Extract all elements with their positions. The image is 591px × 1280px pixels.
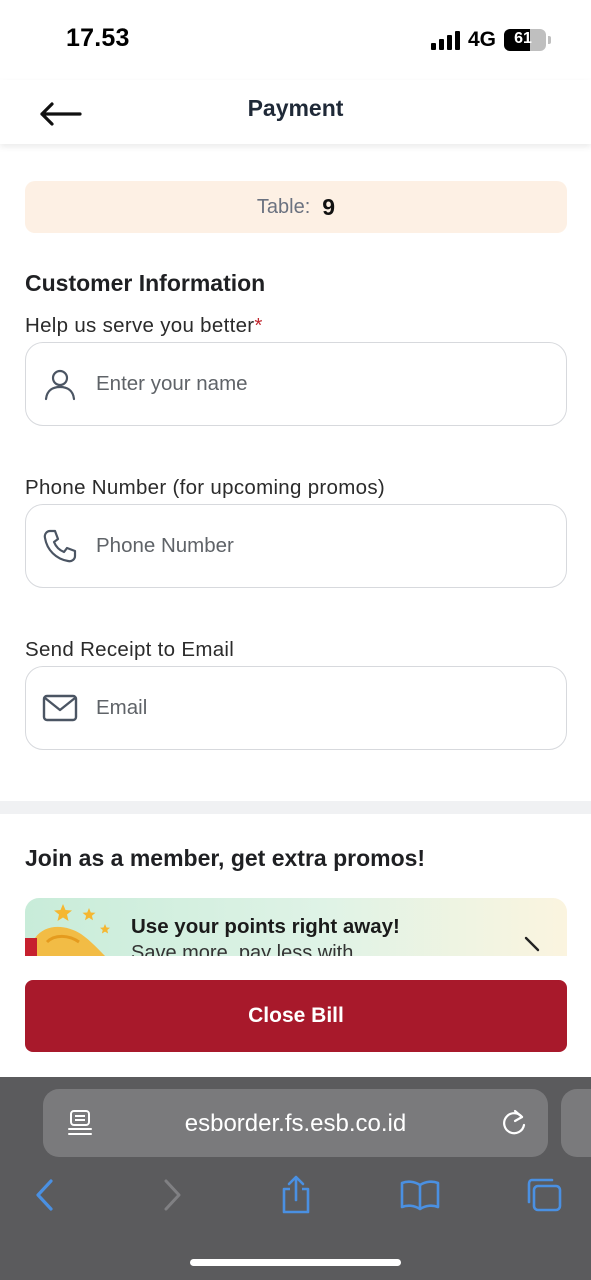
page-title: Payment — [247, 95, 344, 121]
home-indicator — [190, 1259, 401, 1266]
browser-tabs-button[interactable] — [522, 1175, 566, 1215]
name-field-label: Help us serve you better* — [25, 314, 263, 338]
status-indicators: 4G 61 — [430, 28, 551, 52]
tabs-icon — [527, 1178, 562, 1212]
forward-icon — [164, 1179, 181, 1211]
phone-field-label: Phone Number (for upcoming promos) — [25, 476, 385, 499]
phone-icon — [42, 528, 78, 564]
app-header: Payment — [0, 80, 591, 144]
membership-title: Join as a member, get extra promos! — [25, 845, 426, 871]
signal-icon — [430, 30, 460, 50]
browser-share-button[interactable] — [274, 1175, 318, 1215]
gift-illustration-icon — [25, 904, 110, 956]
mail-icon — [42, 690, 78, 726]
required-mark: * — [254, 314, 263, 337]
close-bill-button[interactable]: Close Bill — [25, 980, 567, 1052]
bookmarks-icon — [400, 1180, 440, 1211]
section-divider — [0, 801, 591, 814]
browser-bookmarks-button[interactable] — [398, 1175, 442, 1215]
name-label-text: Help us serve you better — [25, 314, 255, 337]
browser-back-button[interactable] — [22, 1175, 66, 1215]
email-field[interactable] — [25, 666, 567, 750]
reload-icon[interactable] — [500, 1108, 528, 1138]
battery-nub — [548, 36, 551, 44]
status-time: 17.53 — [66, 24, 130, 52]
email-field-label: Send Receipt to Email — [25, 638, 235, 661]
bottom-action-bar: Close Bill — [0, 956, 591, 1078]
user-icon — [42, 366, 78, 402]
next-tab-peek[interactable] — [561, 1089, 591, 1157]
table-number: 9 — [322, 193, 336, 220]
battery-percent: 61 — [514, 30, 532, 47]
membership-promo-card[interactable]: Use your points right away! Save more, p… — [25, 898, 567, 956]
status-bar: 17.53 4G 61 — [0, 0, 591, 80]
phone-input[interactable] — [96, 534, 516, 558]
name-field[interactable] — [25, 342, 567, 426]
table-label: Table: — [256, 195, 311, 218]
url-text: esborder.fs.esb.co.id — [184, 1110, 407, 1137]
share-icon — [282, 1175, 310, 1214]
phone-field[interactable] — [25, 504, 567, 588]
address-bar[interactable]: esborder.fs.esb.co.id — [43, 1089, 548, 1157]
table-banner: Table: 9 — [25, 181, 567, 233]
battery-icon: 61 — [504, 29, 546, 51]
promo-card-subtitle: Save more, pay less with — [131, 942, 354, 956]
network-type: 4G — [467, 28, 496, 51]
browser-forward-button[interactable] — [150, 1175, 194, 1215]
name-input[interactable] — [96, 372, 516, 396]
browser-chrome: esborder.fs.esb.co.id — [0, 1077, 591, 1280]
promo-card-title: Use your points right away! — [131, 915, 400, 938]
email-input[interactable] — [96, 696, 516, 720]
chevron-right-icon — [524, 936, 540, 952]
back-icon — [36, 1179, 53, 1211]
customer-info-title: Customer Information — [25, 270, 266, 296]
